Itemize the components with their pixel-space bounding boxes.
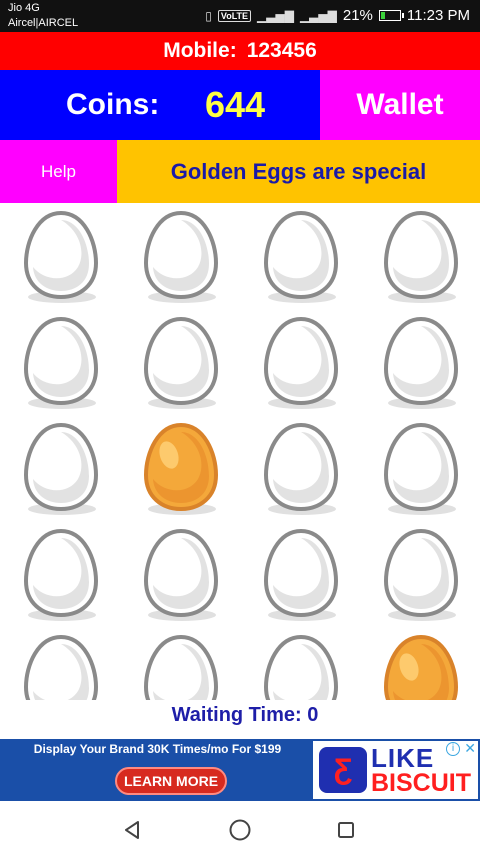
white-egg-icon [263,528,339,621]
battery-icon [378,10,404,21]
egg[interactable] [0,309,120,415]
ad-logo[interactable]: Ƹ LIKE BISCUIT i ✕ [313,741,478,799]
ad-brand-line2: BISCUIT [371,769,471,797]
egg[interactable] [360,203,480,309]
egg[interactable] [120,203,240,309]
recents-square-icon[interactable] [326,814,366,846]
egg[interactable] [240,627,360,700]
battery-level [380,12,385,19]
egg[interactable] [0,415,120,521]
egg[interactable] [0,627,120,700]
mobile-label: Mobile: [163,39,237,62]
white-egg-icon [23,210,99,303]
status-icons: ▯ VoLTE ▁▃▅▇ ▁▃▅▇ 21% 11:23 PM [205,7,470,24]
white-egg-icon [143,210,219,303]
white-egg-icon [23,316,99,409]
carrier-primary: Jio 4G [8,2,40,14]
white-egg-icon [23,422,99,515]
mobile-bar: Mobile: 123456 [0,32,480,70]
white-egg-icon [143,316,219,409]
golden-egg[interactable] [360,627,480,700]
signal-icon: ▁▃▅▇ [257,8,294,23]
golden-egg-icon [143,422,219,515]
ad-banner[interactable]: Display Your Brand 30K Times/mo For $199… [0,739,480,801]
waiting-time: Waiting Time: 0 [171,704,319,726]
white-egg-icon [143,528,219,621]
signal-2-icon: ▁▃▅▇ [299,8,337,23]
white-egg-icon [383,422,459,515]
white-egg-icon [383,316,459,409]
egg[interactable] [240,415,360,521]
egg-grid [0,203,480,700]
coins-label: Coins: [66,88,160,121]
egg[interactable] [360,521,480,627]
wallet-button[interactable]: Wallet [320,70,480,140]
battery-percent: 21% [342,7,373,24]
ad-info-icon[interactable]: i [446,742,460,756]
ad-close-icon[interactable]: ✕ [464,741,476,757]
carrier-secondary: Aircel|AIRCEL [8,17,79,29]
tip-banner: Golden Eggs are special [117,140,480,203]
egg[interactable] [240,203,360,309]
navigation-bar [0,804,480,854]
white-egg-icon [263,634,339,700]
egg[interactable] [120,309,240,415]
white-egg-icon [23,634,99,700]
egg[interactable] [120,627,240,700]
white-egg-icon [263,210,339,303]
ad-headline: Display Your Brand 30K Times/mo For $199 [33,742,282,756]
back-triangle-icon[interactable] [112,814,152,846]
white-egg-icon [383,528,459,621]
status-bar: Jio 4G Aircel|AIRCEL ▯ VoLTE ▁▃▅▇ ▁▃▅▇ 2… [0,0,480,32]
egg[interactable] [240,309,360,415]
egg[interactable] [0,203,120,309]
golden-egg-icon [383,634,459,700]
coins-bar: Coins: 644 [0,70,320,140]
egg[interactable] [0,521,120,627]
white-egg-icon [383,210,459,303]
lb-logo-icon: Ƹ [319,747,367,793]
white-egg-icon [263,422,339,515]
white-egg-icon [263,316,339,409]
coins-value: 644 [205,84,266,125]
golden-egg[interactable] [120,415,240,521]
mobile-number: 123456 [246,39,317,62]
white-egg-icon [23,528,99,621]
egg[interactable] [360,309,480,415]
volte-badge: VoLTE [217,9,252,22]
egg[interactable] [360,415,480,521]
help-button[interactable]: Help [0,140,117,203]
clock: 11:23 PM [406,7,470,24]
learn-more-button[interactable]: LEARN MORE [115,767,227,795]
egg[interactable] [240,521,360,627]
vibrate-icon: ▯ [205,8,212,23]
egg[interactable] [120,521,240,627]
home-circle-icon[interactable] [220,814,260,846]
white-egg-icon [143,634,219,700]
